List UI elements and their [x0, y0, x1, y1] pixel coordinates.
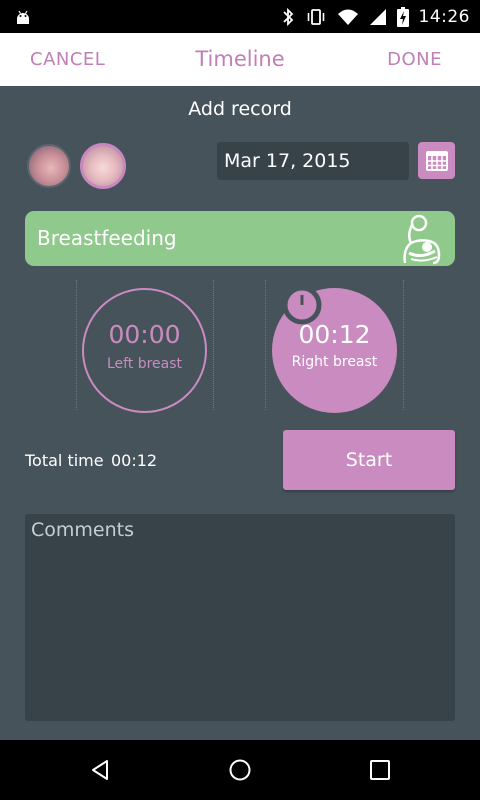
left-timer-value: 00:00: [108, 320, 181, 349]
vibrate-icon: [307, 8, 324, 25]
left-breast-timer[interactable]: 00:00 Left breast: [82, 288, 207, 413]
add-record-form: Add record Mar 17, 2015 Breastfeeding 00…: [0, 86, 480, 740]
bluetooth-icon: [282, 7, 293, 26]
divider: [403, 280, 404, 410]
right-timer-label: Right breast: [291, 354, 378, 370]
date-field[interactable]: Mar 17, 2015: [217, 142, 409, 180]
back-icon: [92, 760, 108, 780]
system-nav-bar: [0, 740, 480, 800]
start-button[interactable]: Start: [283, 430, 455, 490]
divider: [265, 280, 266, 410]
child-avatar-1[interactable]: [27, 144, 71, 188]
back-button[interactable]: [70, 740, 130, 800]
calendar-button[interactable]: [418, 142, 455, 179]
home-button[interactable]: [210, 740, 270, 800]
cancel-button[interactable]: CANCEL: [30, 33, 105, 86]
home-icon: [229, 759, 251, 781]
recents-button[interactable]: [350, 740, 410, 800]
record-type-label: Breastfeeding: [37, 226, 177, 250]
stopwatch-icon: [282, 278, 322, 325]
breastfeeding-icon: [403, 214, 441, 265]
wifi-icon: [337, 9, 358, 25]
recents-icon: [370, 760, 390, 780]
calendar-icon: [425, 150, 448, 171]
form-heading: Add record: [188, 98, 292, 120]
status-bar: 14:26: [0, 0, 480, 33]
battery-charging-icon: [396, 6, 409, 27]
android-icon: [17, 10, 29, 24]
left-timer-label: Left breast: [106, 356, 183, 372]
comments-field[interactable]: [25, 514, 455, 721]
divider: [76, 280, 77, 410]
app-bar: CANCEL Timeline DONE: [0, 33, 480, 86]
record-type-selector[interactable]: Breastfeeding: [25, 211, 455, 266]
divider: [213, 280, 214, 410]
total-time-value: 00:12: [111, 451, 158, 470]
done-button[interactable]: DONE: [387, 33, 442, 86]
clock: 14:26: [418, 6, 470, 27]
signal-icon: [369, 8, 386, 25]
total-time-label: Total time: [25, 451, 104, 470]
child-avatar-2[interactable]: [80, 143, 126, 189]
